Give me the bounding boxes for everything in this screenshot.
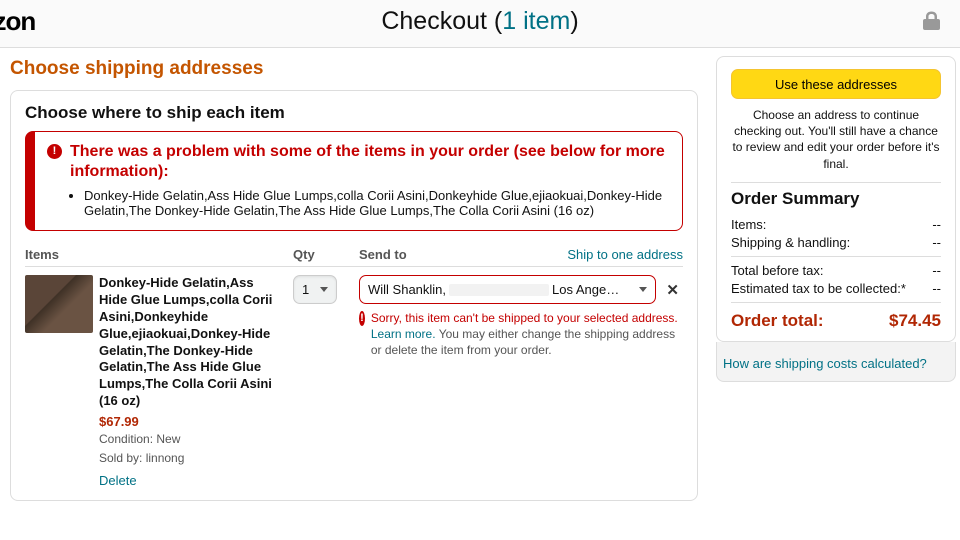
address-city: Los Ange… bbox=[552, 282, 619, 297]
shipping-error: ! Sorry, this item can't be shipped to y… bbox=[359, 310, 683, 359]
summary-footer: How are shipping costs calculated? bbox=[716, 342, 956, 382]
sum-beforetax-val: -- bbox=[932, 263, 941, 278]
order-summary-title: Order Summary bbox=[731, 189, 941, 209]
item-sold-by: Sold by: linnong bbox=[99, 450, 285, 467]
address-select[interactable]: Will Shanklin, Los Ange… bbox=[359, 275, 656, 304]
cart-item-row: Donkey-Hide Gelatin,Ass Hide Glue Lumps,… bbox=[25, 267, 683, 488]
col-qty-label: Qty bbox=[293, 247, 359, 262]
panel-heading: Choose where to ship each item bbox=[25, 103, 683, 123]
alert-icon: ! bbox=[47, 142, 62, 218]
sum-ship-label: Shipping & handling: bbox=[731, 235, 850, 250]
item-condition: Condition: New bbox=[99, 431, 285, 448]
order-total-value: $74.45 bbox=[889, 311, 941, 331]
chevron-down-icon bbox=[320, 287, 328, 292]
columns-header: Items Qty Send to Ship to one address bbox=[25, 241, 683, 267]
header-bar: azon Checkout (1 item) bbox=[0, 0, 960, 48]
item-count[interactable]: 1 item bbox=[502, 7, 570, 35]
item-name: Donkey-Hide Gelatin,Ass Hide Glue Lumps,… bbox=[99, 275, 285, 410]
ship-error-lead: Sorry, this item can't be shipped to you… bbox=[371, 311, 678, 325]
order-summary-panel: Use these addresses Choose an address to… bbox=[716, 56, 956, 342]
summary-hint: Choose an address to continue checking o… bbox=[731, 107, 941, 172]
qty-select[interactable]: 1 bbox=[293, 275, 337, 304]
brand-logo: azon bbox=[0, 6, 35, 37]
col-sendto-label: Send to bbox=[359, 247, 407, 262]
delete-item-link[interactable]: Delete bbox=[99, 473, 137, 488]
sum-tax-val: -- bbox=[932, 281, 941, 296]
address-redacted bbox=[449, 284, 549, 296]
alert-icon: ! bbox=[359, 311, 365, 326]
use-addresses-button[interactable]: Use these addresses bbox=[731, 69, 941, 99]
divider bbox=[731, 302, 941, 303]
sum-items-val: -- bbox=[932, 217, 941, 232]
alert-heading: There was a problem with some of the ite… bbox=[70, 142, 666, 182]
divider bbox=[731, 182, 941, 183]
order-total-label: Order total: bbox=[731, 311, 824, 331]
address-name: Will Shanklin, bbox=[368, 282, 446, 297]
item-price: $67.99 bbox=[99, 414, 285, 429]
sum-tax-label: Estimated tax to be collected:* bbox=[731, 281, 906, 296]
sum-items-label: Items: bbox=[731, 217, 766, 232]
qty-value: 1 bbox=[302, 282, 309, 297]
section-heading: Choose shipping addresses bbox=[10, 58, 698, 80]
sum-ship-val: -- bbox=[932, 235, 941, 250]
ship-to-one-link[interactable]: Ship to one address bbox=[567, 247, 683, 262]
chevron-down-icon bbox=[639, 287, 647, 292]
lock-icon bbox=[923, 11, 940, 33]
page-title: Checkout (1 item) bbox=[381, 7, 578, 36]
divider bbox=[731, 256, 941, 257]
alert-item: Donkey-Hide Gelatin,Ass Hide Glue Lumps,… bbox=[84, 188, 666, 218]
order-problem-alert: ! There was a problem with some of the i… bbox=[25, 131, 683, 231]
shipping-items-panel: Choose where to ship each item ! There w… bbox=[10, 90, 698, 501]
checkout-label: Checkout bbox=[381, 7, 487, 35]
remove-address-button[interactable]: ✕ bbox=[662, 281, 683, 299]
learn-more-link[interactable]: Learn more. bbox=[371, 327, 436, 341]
col-items-label: Items bbox=[25, 247, 293, 262]
item-thumbnail bbox=[25, 275, 93, 333]
sum-beforetax-label: Total before tax: bbox=[731, 263, 824, 278]
shipping-costs-link[interactable]: How are shipping costs calculated? bbox=[721, 352, 951, 375]
